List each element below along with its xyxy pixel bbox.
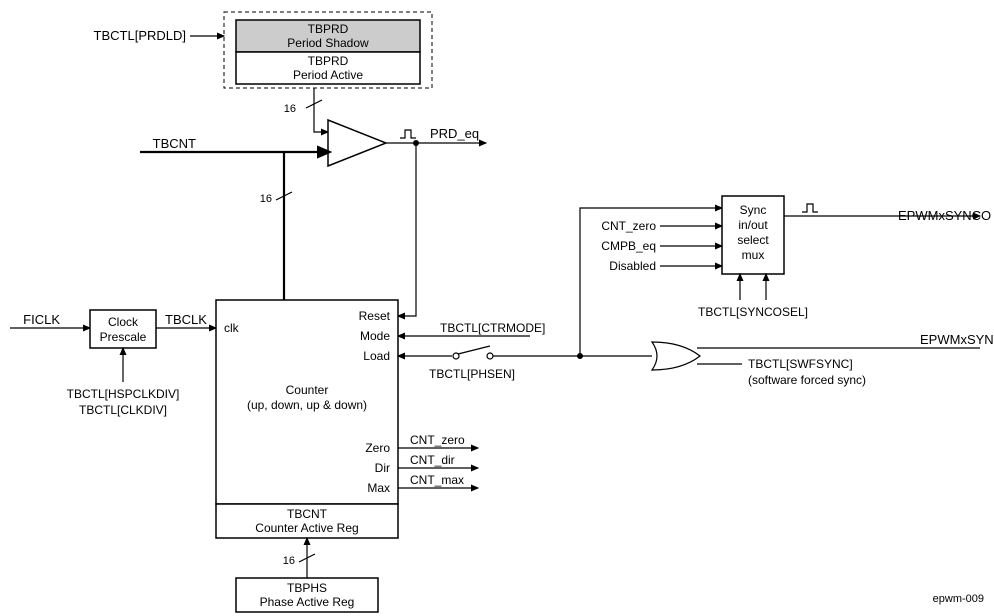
syncmux-l3: select [737, 233, 769, 247]
phsen-label: TBCTL[PHSEN] [429, 367, 515, 381]
clkdiv-label: TBCTL[CLKDIV] [79, 403, 167, 417]
bus16-c: 16 [283, 555, 295, 567]
prdeq-label: PRD_eq [430, 126, 479, 141]
epwmxsynci-label: EPWMxSYNCI [920, 332, 994, 347]
or-gate [652, 342, 700, 370]
tbprd-active-label-top: TBPRD [308, 54, 349, 68]
port-max: Max [367, 481, 390, 495]
tbprd-shadow-label-top: TBPRD [308, 22, 349, 36]
port-clk: clk [224, 321, 240, 335]
cntzero-label: CNT_zero [410, 433, 465, 447]
figure-id: epwm-009 [933, 593, 984, 605]
tbphs-l1: TBPHS [287, 581, 327, 595]
mux-cmpb-label: CMPB_eq [601, 239, 656, 253]
pulse-icon-synco [802, 204, 818, 212]
cntdir-label: CNT_dir [410, 453, 455, 467]
switch-icon [453, 346, 493, 359]
bus16-a: 16 [284, 103, 296, 115]
comparator-block [328, 120, 386, 166]
cntmax-label: CNT_max [410, 473, 464, 487]
hspclkdiv-label: TBCTL[HSPCLKDIV] [67, 387, 180, 401]
wire-tbprd-to-cmp [314, 88, 328, 132]
ficlk-label: FICLK [23, 312, 60, 327]
ctrmode-label: TBCTL[CTRMODE] [440, 321, 545, 335]
mux-disabled-label: Disabled [609, 259, 656, 273]
epwmxsynco-label: EPWMxSYNCO [898, 208, 991, 223]
port-mode: Mode [360, 329, 390, 343]
tbprd-active-label-bot: Period Active [293, 68, 363, 82]
clock-prescale-l2: Prescale [100, 330, 147, 344]
tbctl-prdld-label: TBCTL[PRDLD] [94, 28, 186, 43]
port-zero: Zero [365, 441, 390, 455]
port-reset: Reset [359, 309, 391, 323]
counter-l2: (up, down, up & down) [247, 398, 367, 412]
tbcnt-label: TBCNT [153, 136, 196, 151]
port-load: Load [363, 349, 390, 363]
swfsync-label: TBCTL[SWFSYNC] [748, 357, 853, 371]
syncosel-label: TBCTL[SYNCOSEL] [698, 305, 808, 319]
port-dir: Dir [375, 461, 390, 475]
mux-cntzero-label: CNT_zero [601, 219, 656, 233]
tbcnt-reg-l2: Counter Active Reg [255, 521, 358, 535]
tbclk-label: TBCLK [165, 312, 207, 327]
bus16-b: 16 [260, 193, 272, 205]
swfsync-sub: (software forced sync) [748, 373, 866, 387]
clock-prescale-l1: Clock [108, 315, 139, 329]
period-register-group: TBPRD Period Shadow TBPRD Period Active [224, 12, 432, 88]
pulse-icon-prdeq [400, 130, 416, 138]
syncmux-l1: Sync [740, 203, 767, 217]
tbcnt-reg-l1: TBCNT [287, 507, 328, 521]
syncmux-l4: mux [742, 248, 765, 262]
syncmux-l2: in/out [738, 218, 768, 232]
counter-l1: Counter [286, 383, 329, 397]
tbphs-l2: Phase Active Reg [260, 595, 355, 609]
wire-prdeq-to-reset [398, 143, 416, 316]
tbprd-shadow-label-bot: Period Shadow [287, 36, 369, 50]
